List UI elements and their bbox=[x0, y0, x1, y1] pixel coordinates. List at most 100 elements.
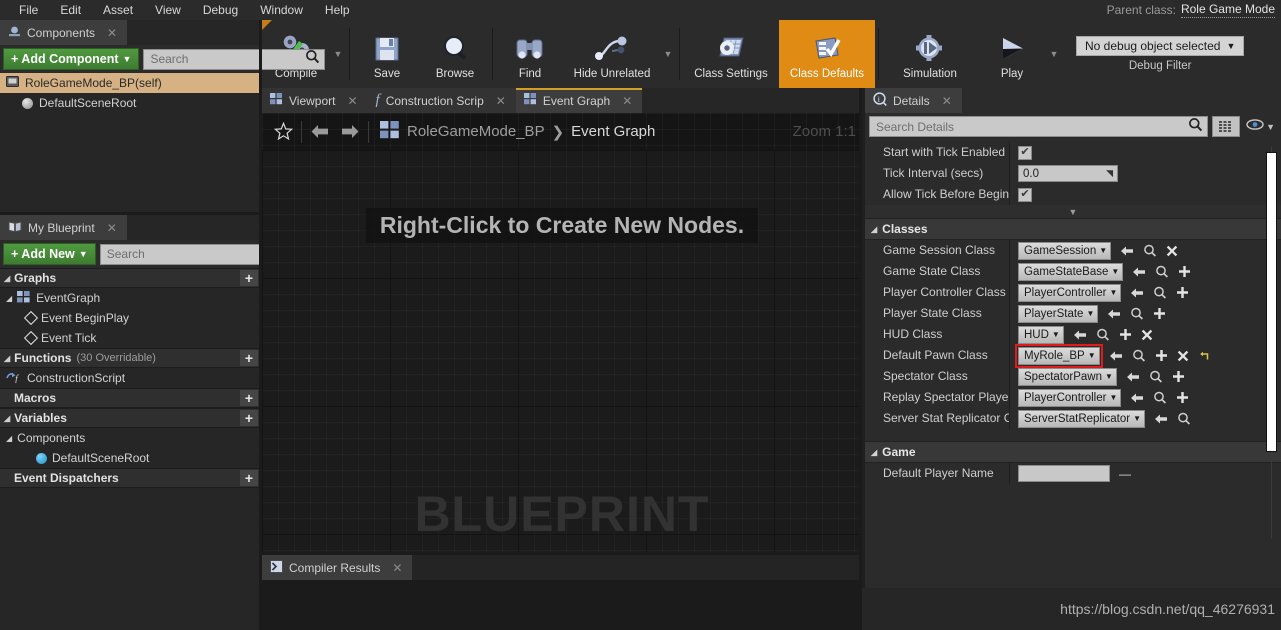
browse-asset-icon[interactable] bbox=[1153, 391, 1167, 404]
tab-construction-script[interactable]: f Construction Scrip ✕ bbox=[367, 88, 516, 113]
hide-unrelated-dropdown-arrow[interactable]: ▼ bbox=[660, 20, 676, 88]
section-header-functions[interactable]: ◢ Functions (30 Overridable) + bbox=[0, 348, 262, 368]
number-input-tick-interval[interactable]: 0.0 ◥ bbox=[1018, 165, 1118, 182]
tab-viewport[interactable]: Viewport ✕ bbox=[262, 88, 368, 113]
details-view-options-button[interactable]: ▼ bbox=[1244, 118, 1277, 136]
nav-forward-button[interactable] bbox=[335, 123, 365, 140]
use-selected-asset-icon[interactable] bbox=[1120, 245, 1134, 257]
close-icon[interactable]: ✕ bbox=[107, 26, 117, 40]
close-icon[interactable]: ✕ bbox=[622, 94, 632, 108]
browse-asset-icon[interactable] bbox=[1132, 349, 1146, 362]
list-item-variable-defaultsceneroot[interactable]: DefaultSceneRoot bbox=[0, 448, 262, 468]
section-header-variables[interactable]: ◢ Variables + bbox=[0, 408, 262, 428]
list-item-constructionscript[interactable]: f ConstructionScript bbox=[0, 368, 262, 388]
dropdown-game-state-class[interactable]: GameStateBase ▼ bbox=[1018, 262, 1124, 281]
use-selected-asset-icon[interactable] bbox=[1073, 329, 1087, 341]
checkbox-start-with-tick-enabled[interactable]: ✔ bbox=[1018, 145, 1032, 160]
section-header-graphs[interactable]: ◢ Graphs + bbox=[0, 268, 262, 288]
parent-class-link[interactable]: Role Game Mode bbox=[1180, 2, 1275, 18]
clear-asset-icon[interactable] bbox=[1166, 245, 1178, 257]
menu-item-window[interactable]: Window bbox=[249, 0, 314, 20]
dropdown-spectator-class[interactable]: SpectatorPawn ▼ bbox=[1018, 367, 1117, 386]
dropdown-replay-spectator-player[interactable]: PlayerController ▼ bbox=[1018, 388, 1122, 407]
clear-asset-icon[interactable] bbox=[1141, 329, 1153, 341]
compiler-results-output[interactable] bbox=[262, 580, 862, 630]
browse-asset-icon[interactable] bbox=[1149, 370, 1163, 383]
browse-asset-icon[interactable] bbox=[1130, 307, 1144, 320]
dropdown-player-controller-class[interactable]: PlayerController ▼ bbox=[1018, 283, 1122, 302]
my-blueprint-search-input[interactable] bbox=[106, 247, 262, 261]
components-search-input[interactable] bbox=[150, 52, 306, 66]
splitter-right[interactable] bbox=[859, 88, 862, 630]
new-asset-icon[interactable] bbox=[1172, 370, 1185, 383]
browse-asset-icon[interactable] bbox=[1143, 244, 1157, 257]
add-macro-button[interactable]: + bbox=[240, 390, 258, 406]
splitter-horizontal[interactable] bbox=[262, 552, 862, 555]
nav-back-button[interactable] bbox=[305, 123, 335, 140]
close-icon[interactable]: ✕ bbox=[496, 94, 506, 108]
text-input-default-player-name[interactable] bbox=[1018, 465, 1110, 482]
use-selected-asset-icon[interactable] bbox=[1130, 392, 1144, 404]
browse-button[interactable]: Browse bbox=[421, 20, 489, 88]
list-item-eventgraph[interactable]: ◢ EventGraph bbox=[0, 288, 262, 308]
event-graph-canvas[interactable]: Right-Click to Create New Nodes. BLUEPRI… bbox=[262, 150, 862, 555]
add-variable-button[interactable]: + bbox=[240, 410, 258, 426]
list-item-components-category[interactable]: ◢ Components bbox=[0, 428, 262, 448]
debug-object-dropdown[interactable]: No debug object selected ▼ bbox=[1076, 36, 1245, 56]
dropdown-default-pawn-class[interactable]: MyRole_BP ▼ bbox=[1015, 343, 1103, 368]
category-header-game[interactable]: ◢ Game bbox=[865, 441, 1281, 463]
reset-to-default-icon[interactable] bbox=[1198, 350, 1210, 362]
dropdown-server-stat-replicator-class[interactable]: ServerStatReplicator ▼ bbox=[1018, 409, 1146, 428]
component-tree-row-default-scene-root[interactable]: DefaultSceneRoot bbox=[0, 93, 262, 113]
tab-details[interactable]: i Details ✕ bbox=[865, 88, 962, 113]
section-header-event-dispatchers[interactable]: Event Dispatchers + bbox=[0, 468, 262, 488]
browse-asset-icon[interactable] bbox=[1155, 265, 1169, 278]
clear-asset-icon[interactable] bbox=[1177, 350, 1189, 362]
use-selected-asset-icon[interactable] bbox=[1130, 287, 1144, 299]
my-blueprint-search-box[interactable] bbox=[99, 243, 282, 265]
use-selected-asset-icon[interactable] bbox=[1107, 308, 1121, 320]
menu-item-view[interactable]: View bbox=[144, 0, 192, 20]
tab-components[interactable]: Components ✕ bbox=[0, 20, 128, 45]
close-icon[interactable]: ✕ bbox=[347, 94, 357, 108]
details-search-input[interactable] bbox=[876, 119, 1189, 134]
menu-item-help[interactable]: Help bbox=[314, 0, 361, 20]
browse-asset-icon[interactable] bbox=[1153, 286, 1167, 299]
menu-item-edit[interactable]: Edit bbox=[49, 0, 92, 20]
hide-unrelated-button[interactable]: Hide Unrelated bbox=[564, 20, 660, 88]
menu-item-file[interactable]: File bbox=[8, 0, 49, 20]
class-settings-button[interactable]: Class Settings bbox=[683, 20, 779, 88]
reset-to-default-icon[interactable]: — bbox=[1119, 468, 1131, 480]
use-selected-asset-icon[interactable] bbox=[1154, 413, 1168, 425]
browse-asset-icon[interactable] bbox=[1177, 412, 1191, 425]
new-asset-icon[interactable] bbox=[1153, 307, 1166, 320]
details-scroll-expander[interactable]: ▼ bbox=[865, 205, 1281, 218]
dropdown-hud-class[interactable]: HUD ▼ bbox=[1018, 325, 1064, 344]
play-button[interactable]: Play bbox=[978, 20, 1046, 88]
browse-asset-icon[interactable] bbox=[1096, 328, 1110, 341]
add-component-button[interactable]: + Add Component ▼ bbox=[3, 48, 140, 70]
checkbox-allow-tick-before-begin[interactable]: ✔ bbox=[1018, 187, 1032, 202]
splitter-left[interactable] bbox=[259, 20, 262, 630]
tab-my-blueprint[interactable]: My Blueprint ✕ bbox=[0, 215, 127, 240]
close-icon[interactable]: ✕ bbox=[392, 561, 402, 575]
spinner-icon[interactable]: ◥ bbox=[1106, 168, 1113, 179]
new-asset-icon[interactable] bbox=[1119, 328, 1132, 341]
section-header-macros[interactable]: Macros + bbox=[0, 388, 262, 408]
details-search-box[interactable] bbox=[869, 116, 1209, 137]
dropdown-player-state-class[interactable]: PlayerState ▼ bbox=[1018, 304, 1099, 323]
play-dropdown-arrow[interactable]: ▼ bbox=[1046, 20, 1062, 88]
tab-event-graph[interactable]: Event Graph ✕ bbox=[515, 88, 643, 113]
components-search-box[interactable] bbox=[143, 48, 326, 70]
splitter-panels-left[interactable] bbox=[0, 212, 259, 215]
bookmark-star-button[interactable] bbox=[268, 122, 298, 141]
new-asset-icon[interactable] bbox=[1178, 265, 1191, 278]
add-function-button[interactable]: + bbox=[240, 350, 258, 366]
list-item-event-beginplay[interactable]: Event BeginPlay bbox=[0, 308, 262, 328]
add-new-button[interactable]: + Add New ▼ bbox=[3, 243, 96, 265]
breadcrumb-root[interactable]: RoleGameMode_BP bbox=[407, 123, 545, 140]
close-icon[interactable]: ✕ bbox=[107, 221, 117, 235]
dropdown-game-session-class[interactable]: GameSession ▼ bbox=[1018, 241, 1112, 260]
add-event-dispatcher-button[interactable]: + bbox=[240, 470, 258, 486]
use-selected-asset-icon[interactable] bbox=[1126, 371, 1140, 383]
